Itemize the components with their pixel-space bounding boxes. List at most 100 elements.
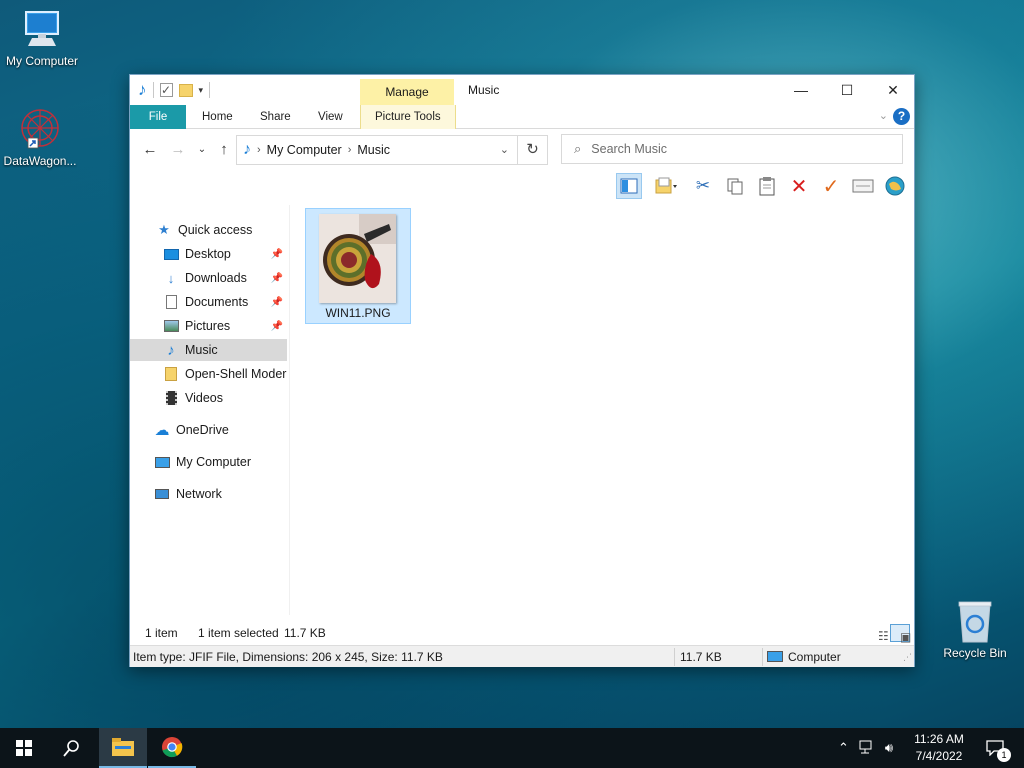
- copy-button[interactable]: [722, 173, 748, 199]
- sidebar-item-downloads[interactable]: ↓ Downloads 📌: [130, 267, 287, 289]
- image-thumbnail: [319, 214, 396, 303]
- file-item[interactable]: WIN11.PNG: [305, 208, 411, 324]
- sidebar-item-open-shell[interactable]: Open-Shell Modern: [130, 363, 287, 385]
- manage-context-tab[interactable]: Manage: [360, 79, 454, 105]
- start-button[interactable]: [0, 728, 48, 768]
- tab-home[interactable]: Home: [188, 105, 247, 129]
- sidebar-item-music[interactable]: ♪ Music: [130, 339, 287, 361]
- checkmark-icon: ✓: [822, 175, 840, 198]
- paste-icon: [759, 177, 775, 196]
- recent-locations-button[interactable]: ⌄: [192, 140, 212, 160]
- tab-file[interactable]: File: [130, 105, 186, 129]
- window-title: Music: [468, 83, 500, 97]
- chrome-taskbar-button[interactable]: [148, 728, 196, 768]
- show-hidden-icons-icon[interactable]: ⌃: [838, 740, 849, 756]
- breadcrumb-my-computer[interactable]: My Computer: [267, 143, 342, 157]
- globe-button[interactable]: [882, 173, 908, 199]
- close-icon: ✕: [887, 81, 899, 98]
- cloud-icon: ☁: [154, 422, 170, 439]
- email-button[interactable]: [850, 173, 876, 199]
- desktop-icon-recycle-bin[interactable]: Recycle Bin: [933, 600, 1017, 660]
- status-bar: 1 item 1 item selected 11.7 KB ☷ ▣: [130, 623, 914, 644]
- pin-icon[interactable]: 📌: [271, 273, 283, 284]
- minimize-icon: —: [794, 82, 808, 98]
- details-location: Computer: [788, 650, 841, 664]
- expand-ribbon-icon[interactable]: ⌄: [879, 109, 888, 122]
- search-input[interactable]: ⌕ Search Music: [561, 134, 903, 164]
- delete-button[interactable]: ✕: [786, 173, 812, 199]
- network-tray-icon[interactable]: [859, 740, 875, 757]
- pin-icon[interactable]: 📌: [271, 297, 283, 308]
- desktop-icon-my-computer[interactable]: My Computer: [0, 8, 84, 68]
- cut-button[interactable]: ✂: [690, 173, 716, 199]
- sidebar-item-pictures[interactable]: Pictures 📌: [130, 315, 287, 337]
- sidebar-item-label: Pictures: [185, 319, 231, 333]
- details-view-button[interactable]: ☷: [868, 624, 889, 643]
- search-icon: ⌕: [574, 141, 582, 156]
- pin-icon[interactable]: 📌: [271, 321, 283, 332]
- chevron-right-icon: ›: [257, 144, 261, 156]
- sidebar-item-label: Open-Shell Modern: [185, 367, 287, 381]
- folder-icon: [163, 366, 179, 382]
- computer-icon: [154, 454, 170, 470]
- up-button[interactable]: ↑: [214, 140, 234, 160]
- desktop-icon-datawagon[interactable]: DataWagon...: [0, 108, 82, 168]
- music-note-icon: ♪: [167, 341, 175, 359]
- music-note-icon: ♪: [243, 141, 251, 158]
- paste-button[interactable]: [754, 173, 780, 199]
- file-name: WIN11.PNG: [325, 306, 391, 320]
- maximize-button[interactable]: ☐: [824, 75, 870, 105]
- ribbon-tabs: File Home Share View Picture Tools ⌄ ?: [130, 105, 914, 129]
- address-bar[interactable]: ♪ › My Computer › Music ⌄: [236, 135, 518, 165]
- sidebar-item-label: Music: [185, 343, 218, 357]
- refresh-button[interactable]: ↻: [518, 135, 548, 165]
- pin-icon[interactable]: 📌: [271, 249, 283, 260]
- properties-button[interactable]: ✓: [818, 173, 844, 199]
- forward-button[interactable]: →: [168, 140, 188, 160]
- clock[interactable]: 11:26 AM 7/4/2022: [906, 731, 972, 765]
- sidebar-item-desktop[interactable]: Desktop 📌: [130, 243, 287, 265]
- refresh-icon: ↻: [526, 141, 539, 158]
- large-icons-view-icon: ▣: [900, 630, 912, 644]
- desktop-folder-icon: [163, 246, 179, 262]
- tab-view[interactable]: View: [304, 105, 357, 129]
- sidebar-item-label: Quick access: [178, 223, 253, 237]
- breadcrumb-music[interactable]: Music: [357, 143, 390, 157]
- notification-badge: 1: [997, 748, 1011, 762]
- properties-icon[interactable]: ✓: [159, 83, 173, 97]
- address-dropdown-icon[interactable]: ⌄: [500, 143, 509, 156]
- chrome-icon: [162, 737, 183, 758]
- details-bar: Item type: JFIF File, Dimensions: 206 x …: [130, 645, 914, 667]
- folder-options-button[interactable]: [648, 173, 684, 199]
- download-arrow-icon: ↓: [167, 270, 175, 286]
- file-explorer-taskbar-button[interactable]: [99, 728, 147, 768]
- help-icon[interactable]: ?: [893, 108, 910, 125]
- sidebar-item-label: Network: [176, 487, 222, 501]
- new-folder-icon[interactable]: [178, 83, 193, 97]
- sidebar-item-network[interactable]: Network: [130, 483, 287, 505]
- sidebar-item-videos[interactable]: Videos: [130, 387, 287, 409]
- close-button[interactable]: ✕: [870, 75, 916, 105]
- clock-time: 11:26 AM: [914, 732, 964, 746]
- back-button[interactable]: ←: [140, 140, 160, 160]
- explorer-window: ♪ ✓ ▾ Manage Music — ☐ ✕ File Home Share…: [129, 74, 915, 667]
- minimize-button[interactable]: —: [778, 75, 824, 105]
- preview-pane-button[interactable]: [616, 173, 642, 199]
- sidebar-item-onedrive[interactable]: ☁ OneDrive: [130, 419, 287, 441]
- navigation-pane: ★ Quick access Desktop 📌 ↓ Downloads 📌 D…: [130, 205, 290, 615]
- volume-icon[interactable]: 🔊︎: [885, 740, 893, 756]
- sidebar-item-label: Videos: [185, 391, 223, 405]
- customize-quick-access-icon[interactable]: ▾: [199, 85, 204, 96]
- action-center-button[interactable]: 1: [980, 728, 1011, 768]
- large-icons-view-button[interactable]: ▣: [890, 624, 911, 644]
- network-icon: [154, 486, 170, 502]
- tab-share[interactable]: Share: [246, 105, 305, 129]
- resize-grip-icon[interactable]: ⋰: [903, 652, 912, 663]
- search-placeholder: Search Music: [591, 142, 668, 156]
- search-button[interactable]: [48, 728, 96, 768]
- sidebar-item-my-computer[interactable]: My Computer: [130, 451, 287, 473]
- sidebar-item-quick-access[interactable]: ★ Quick access: [130, 219, 287, 241]
- desktop-icon-label: DataWagon...: [3, 154, 77, 168]
- sidebar-item-documents[interactable]: Documents 📌: [130, 291, 287, 313]
- tab-picture-tools[interactable]: Picture Tools: [360, 105, 456, 129]
